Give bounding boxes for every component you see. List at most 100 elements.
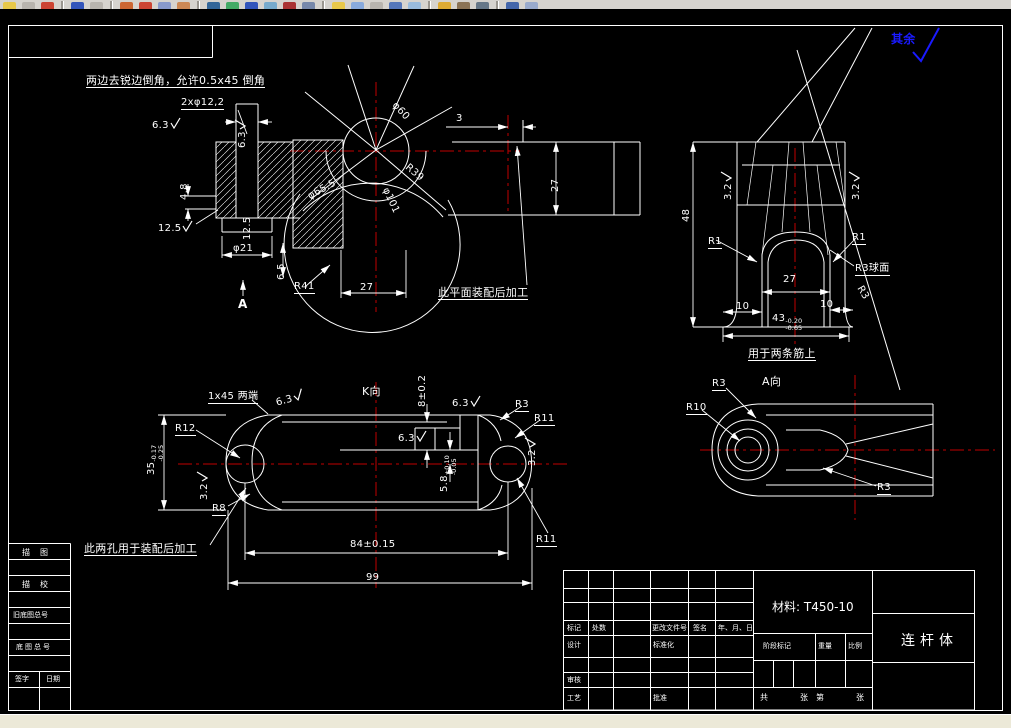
toolbar-icon-fragment[interactable] bbox=[302, 2, 315, 9]
roughness-label: 3.2 bbox=[524, 437, 538, 466]
hole-machining-note: 此两孔用于装配后加工 bbox=[84, 542, 197, 556]
drawing-canvas[interactable] bbox=[0, 0, 1011, 728]
roughness-label: 3.2 bbox=[720, 171, 734, 200]
dim-label: 10 bbox=[736, 301, 750, 312]
view-label: K向 bbox=[362, 385, 381, 398]
toolbar-icon-fragment[interactable] bbox=[90, 2, 103, 9]
toolbar-icon-fragment[interactable] bbox=[226, 2, 239, 9]
toolbar-icon-fragment[interactable] bbox=[120, 2, 133, 9]
toolbar-separator bbox=[61, 1, 64, 9]
toolbar-icon-fragment[interactable] bbox=[476, 2, 489, 9]
margin-row-trace-check: 描校 bbox=[22, 580, 58, 589]
toolbar-icon-fragment[interactable] bbox=[71, 2, 84, 9]
roughness-label: 3.2 bbox=[848, 171, 862, 200]
toolbar-icon-fragment[interactable] bbox=[177, 2, 190, 9]
tb-sheet-total: 共 bbox=[760, 693, 768, 702]
tb-sheet-unit: 张 bbox=[800, 693, 808, 702]
dim-label: 43 -0.20 -0.65 bbox=[772, 313, 803, 332]
dim-label: 99 bbox=[366, 572, 380, 583]
toolbar-icon-fragment[interactable] bbox=[506, 2, 519, 9]
dim-label: φ21 bbox=[233, 243, 254, 254]
tb-cell-process: 工艺 bbox=[567, 694, 581, 702]
dim-label: 2xφ12,2 bbox=[181, 97, 225, 110]
toolbar-separator bbox=[428, 1, 431, 9]
toolbar-icon-fragment[interactable] bbox=[332, 2, 345, 9]
dim-label: 84±0.15 bbox=[350, 539, 396, 550]
tb-cell-standardize: 标准化 bbox=[653, 641, 674, 649]
roughness-label: 6.3 bbox=[398, 430, 427, 444]
roughness-label: 6.3 bbox=[234, 119, 248, 148]
roughness-label: 6.3 bbox=[152, 117, 181, 131]
margin-cell-sign: 签字 bbox=[15, 675, 29, 683]
check-icon bbox=[182, 220, 193, 232]
toolbar-icon-fragment[interactable] bbox=[389, 2, 402, 9]
cad-application-window: 两边去锐边倒角，允许0.5x45 倒角 2xφ12,2 6.3 6.3 φ60 … bbox=[0, 0, 1011, 728]
toolbar-separator bbox=[110, 1, 113, 9]
toolbar-icon-fragment[interactable] bbox=[370, 2, 383, 9]
radius-label: R3 bbox=[712, 378, 726, 391]
roughness-label: 12.5 bbox=[158, 220, 193, 234]
tb-sheet-unit2: 张 bbox=[856, 693, 864, 702]
toolbar-icon-fragment[interactable] bbox=[3, 2, 16, 9]
tb-cell-approve: 批准 bbox=[653, 694, 667, 702]
tb-cell-change-doc: 更改文件号 bbox=[652, 624, 687, 632]
dim-label: 48 bbox=[681, 208, 692, 222]
chamfer-note: 两边去锐边倒角，允许0.5x45 倒角 bbox=[86, 74, 266, 88]
dim-label: 27 bbox=[783, 274, 797, 285]
toolbar-separator bbox=[322, 1, 325, 9]
rib-note: 用于两条筋上 bbox=[748, 347, 816, 361]
toolbar-separator bbox=[197, 1, 200, 9]
roughness-label: 3.2 bbox=[196, 471, 210, 500]
tb-cell-count: 处数 bbox=[592, 624, 606, 632]
radius-label: R3球面 bbox=[855, 263, 890, 276]
toolbar-icon-fragment[interactable] bbox=[158, 2, 171, 9]
toolbar-icon-fragment[interactable] bbox=[22, 2, 35, 9]
check-icon bbox=[234, 119, 246, 130]
toolbar-icon-fragment[interactable] bbox=[457, 2, 470, 9]
toolbar-icon-fragment[interactable] bbox=[264, 2, 277, 9]
toolbar-icon-fragment[interactable] bbox=[139, 2, 152, 9]
check-icon bbox=[524, 437, 536, 448]
check-icon bbox=[720, 171, 732, 182]
roughness-label: 6.3 bbox=[452, 395, 481, 409]
toolbar-icon-fragment[interactable] bbox=[283, 2, 296, 9]
view-arrow-label: A bbox=[238, 297, 248, 311]
toolbar-icon-fragment[interactable] bbox=[408, 2, 421, 9]
view-label: A向 bbox=[762, 375, 782, 388]
machining-note: 此平面装配后加工 bbox=[438, 286, 529, 300]
toolbar-icon-fragment[interactable] bbox=[438, 2, 451, 9]
tb-cell-design: 设计 bbox=[567, 641, 581, 649]
tb-cell-stage: 阶段标记 bbox=[763, 642, 791, 650]
tb-cell-scale: 比例 bbox=[848, 642, 862, 650]
toolbar bbox=[0, 0, 1011, 9]
check-icon bbox=[170, 117, 181, 129]
tb-sheet-no: 第 bbox=[816, 693, 824, 702]
check-icon bbox=[196, 471, 208, 482]
margin-row-tracing: 描图 bbox=[22, 548, 58, 557]
toolbar-icon-fragment[interactable] bbox=[207, 2, 220, 9]
radius-label: R11 bbox=[534, 413, 555, 426]
tb-cell-date: 年、月、日 bbox=[718, 624, 753, 632]
margin-cell-date: 日期 bbox=[46, 675, 60, 683]
status-bar bbox=[0, 714, 1011, 728]
tb-cell-check: 审核 bbox=[567, 676, 581, 684]
radius-label: R3 bbox=[877, 482, 891, 495]
dim-label: 4.8 bbox=[179, 183, 190, 200]
toolbar-icon-fragment[interactable] bbox=[351, 2, 364, 9]
margin-row-base-no: 底图总号 bbox=[16, 643, 52, 651]
dim-label: 8±0.2 bbox=[417, 374, 428, 407]
toolbar-icon-fragment[interactable] bbox=[41, 2, 54, 9]
toolbar-separator bbox=[496, 1, 499, 9]
radius-label: R3 bbox=[515, 399, 529, 412]
toolbar-icon-fragment[interactable] bbox=[525, 2, 538, 9]
dim-label: 6.5 bbox=[276, 263, 287, 280]
tb-cell-sign: 签名 bbox=[693, 624, 707, 632]
radius-label: R1 bbox=[708, 236, 722, 249]
dim-label: 35 -0.17 -0.25 bbox=[146, 444, 165, 475]
radius-label: R12 bbox=[175, 423, 196, 436]
radius-label: R10 bbox=[686, 402, 707, 415]
toolbar-icon-fragment[interactable] bbox=[245, 2, 258, 9]
dim-label: 12.5 bbox=[242, 216, 253, 240]
radius-label: R8 bbox=[212, 503, 226, 516]
radius-label: R11 bbox=[536, 534, 557, 547]
